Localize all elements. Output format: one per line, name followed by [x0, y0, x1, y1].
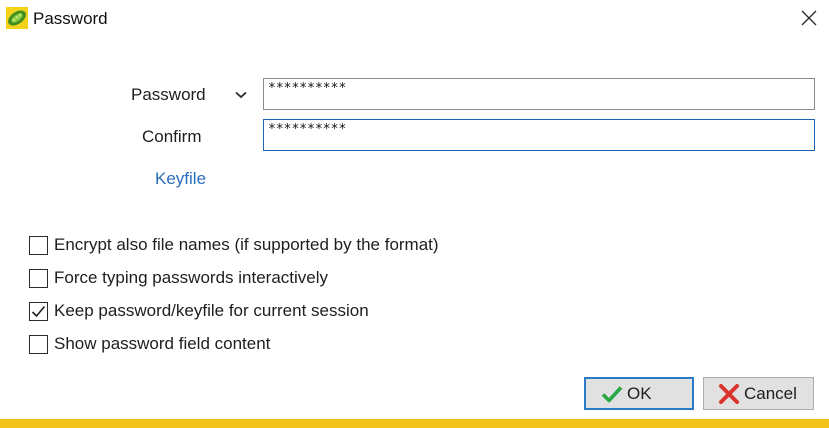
close-icon[interactable]: [792, 1, 826, 35]
show-password-checkbox[interactable]: [29, 334, 48, 354]
checkmark-icon: [601, 385, 623, 402]
encrypt-file-names-checkbox[interactable]: [29, 235, 48, 255]
password-label: Password: [131, 85, 206, 104]
encrypt-file-names-label: Encrypt also file names (if supported by…: [54, 235, 439, 254]
show-password-label: Show password field content: [54, 334, 271, 353]
keep-password-label: Keep password/keyfile for current sessio…: [54, 301, 369, 320]
accent-bar: [0, 419, 829, 428]
show-password-option[interactable]: Show password field content: [29, 333, 270, 355]
force-typing-label: Force typing passwords interactively: [54, 268, 329, 287]
x-icon: [719, 383, 739, 404]
force-typing-checkbox[interactable]: [29, 268, 48, 288]
ok-button[interactable]: OK: [584, 377, 694, 410]
peazip-leaf-icon: [6, 7, 28, 29]
keyfile-link[interactable]: Keyfile: [155, 169, 206, 189]
cancel-button-label: Cancel: [744, 383, 797, 403]
keep-password-checkbox[interactable]: [29, 301, 48, 321]
confirm-password-input[interactable]: **********: [263, 119, 815, 151]
encrypt-file-names-option[interactable]: Encrypt also file names (if supported by…: [29, 234, 439, 256]
window-title: Password: [33, 9, 108, 28]
chevron-down-icon[interactable]: [233, 88, 249, 102]
force-typing-option[interactable]: Force typing passwords interactively: [29, 267, 328, 289]
password-input[interactable]: **********: [263, 78, 815, 110]
cancel-button[interactable]: Cancel: [703, 377, 814, 410]
keep-password-option[interactable]: Keep password/keyfile for current sessio…: [29, 300, 369, 322]
title-bar: Password: [0, 0, 829, 38]
checkbox-check-icon: [31, 305, 46, 317]
confirm-label: Confirm: [142, 127, 202, 146]
ok-button-label: OK: [627, 383, 652, 403]
